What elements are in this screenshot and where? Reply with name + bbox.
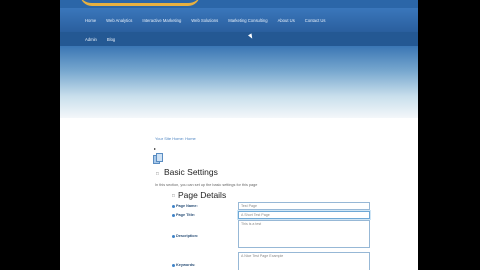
page-name-input[interactable]: Test Page bbox=[238, 202, 370, 210]
nav-about-us[interactable]: About Us bbox=[273, 18, 300, 23]
basic-settings-toggle[interactable]: □ bbox=[156, 171, 159, 176]
help-icon[interactable] bbox=[172, 213, 175, 217]
browser-viewport: Home Web Analytics Interactive Marketing… bbox=[60, 0, 418, 270]
page-details-toggle[interactable]: □ bbox=[172, 193, 175, 198]
nav-home[interactable]: Home bbox=[60, 18, 101, 23]
help-icon[interactable] bbox=[172, 204, 175, 208]
page-settings-icon bbox=[153, 153, 164, 164]
description-label: Description: bbox=[172, 234, 198, 238]
breadcrumb[interactable]: Your Site Home: Home bbox=[155, 136, 196, 141]
keywords-label: Keywords: bbox=[172, 263, 195, 267]
page-details-heading[interactable]: Page Details bbox=[178, 190, 226, 200]
basic-settings-hint: In this section, you can set up the basi… bbox=[155, 183, 258, 187]
nav-marketing-consulting[interactable]: Marketing Consulting bbox=[223, 18, 272, 23]
page-title-input[interactable]: A Short Test Page bbox=[238, 211, 370, 219]
nav-blog[interactable]: Blog bbox=[102, 37, 120, 42]
help-icon[interactable] bbox=[172, 234, 175, 238]
site-header bbox=[60, 0, 418, 8]
hero-banner bbox=[60, 46, 418, 118]
nav-contact-us[interactable]: Contact Us bbox=[300, 18, 331, 23]
help-icon[interactable] bbox=[172, 263, 175, 267]
keywords-textarea[interactable]: A Nice Test Page Example bbox=[238, 252, 370, 270]
description-textarea[interactable]: This is a test bbox=[238, 220, 370, 248]
collapse-arrow-icon[interactable]: ▸ bbox=[154, 146, 156, 151]
nav-admin[interactable]: Admin bbox=[60, 37, 102, 42]
nav-web-analytics[interactable]: Web Analytics bbox=[101, 18, 137, 23]
basic-settings-heading[interactable]: Basic Settings bbox=[164, 167, 218, 177]
nav-web-solutions[interactable]: Web Solutions bbox=[186, 18, 223, 23]
site-logo[interactable] bbox=[80, 0, 200, 6]
secondary-nav: Admin Blog bbox=[60, 32, 418, 46]
primary-nav: Home Web Analytics Interactive Marketing… bbox=[60, 8, 418, 32]
page-content: Your Site Home: Home ▸ □ Basic Settings … bbox=[60, 118, 418, 270]
page-name-label: Page Name: bbox=[172, 204, 198, 208]
nav-interactive-marketing[interactable]: Interactive Marketing bbox=[137, 18, 186, 23]
page-title-label: Page Title: bbox=[172, 213, 195, 217]
